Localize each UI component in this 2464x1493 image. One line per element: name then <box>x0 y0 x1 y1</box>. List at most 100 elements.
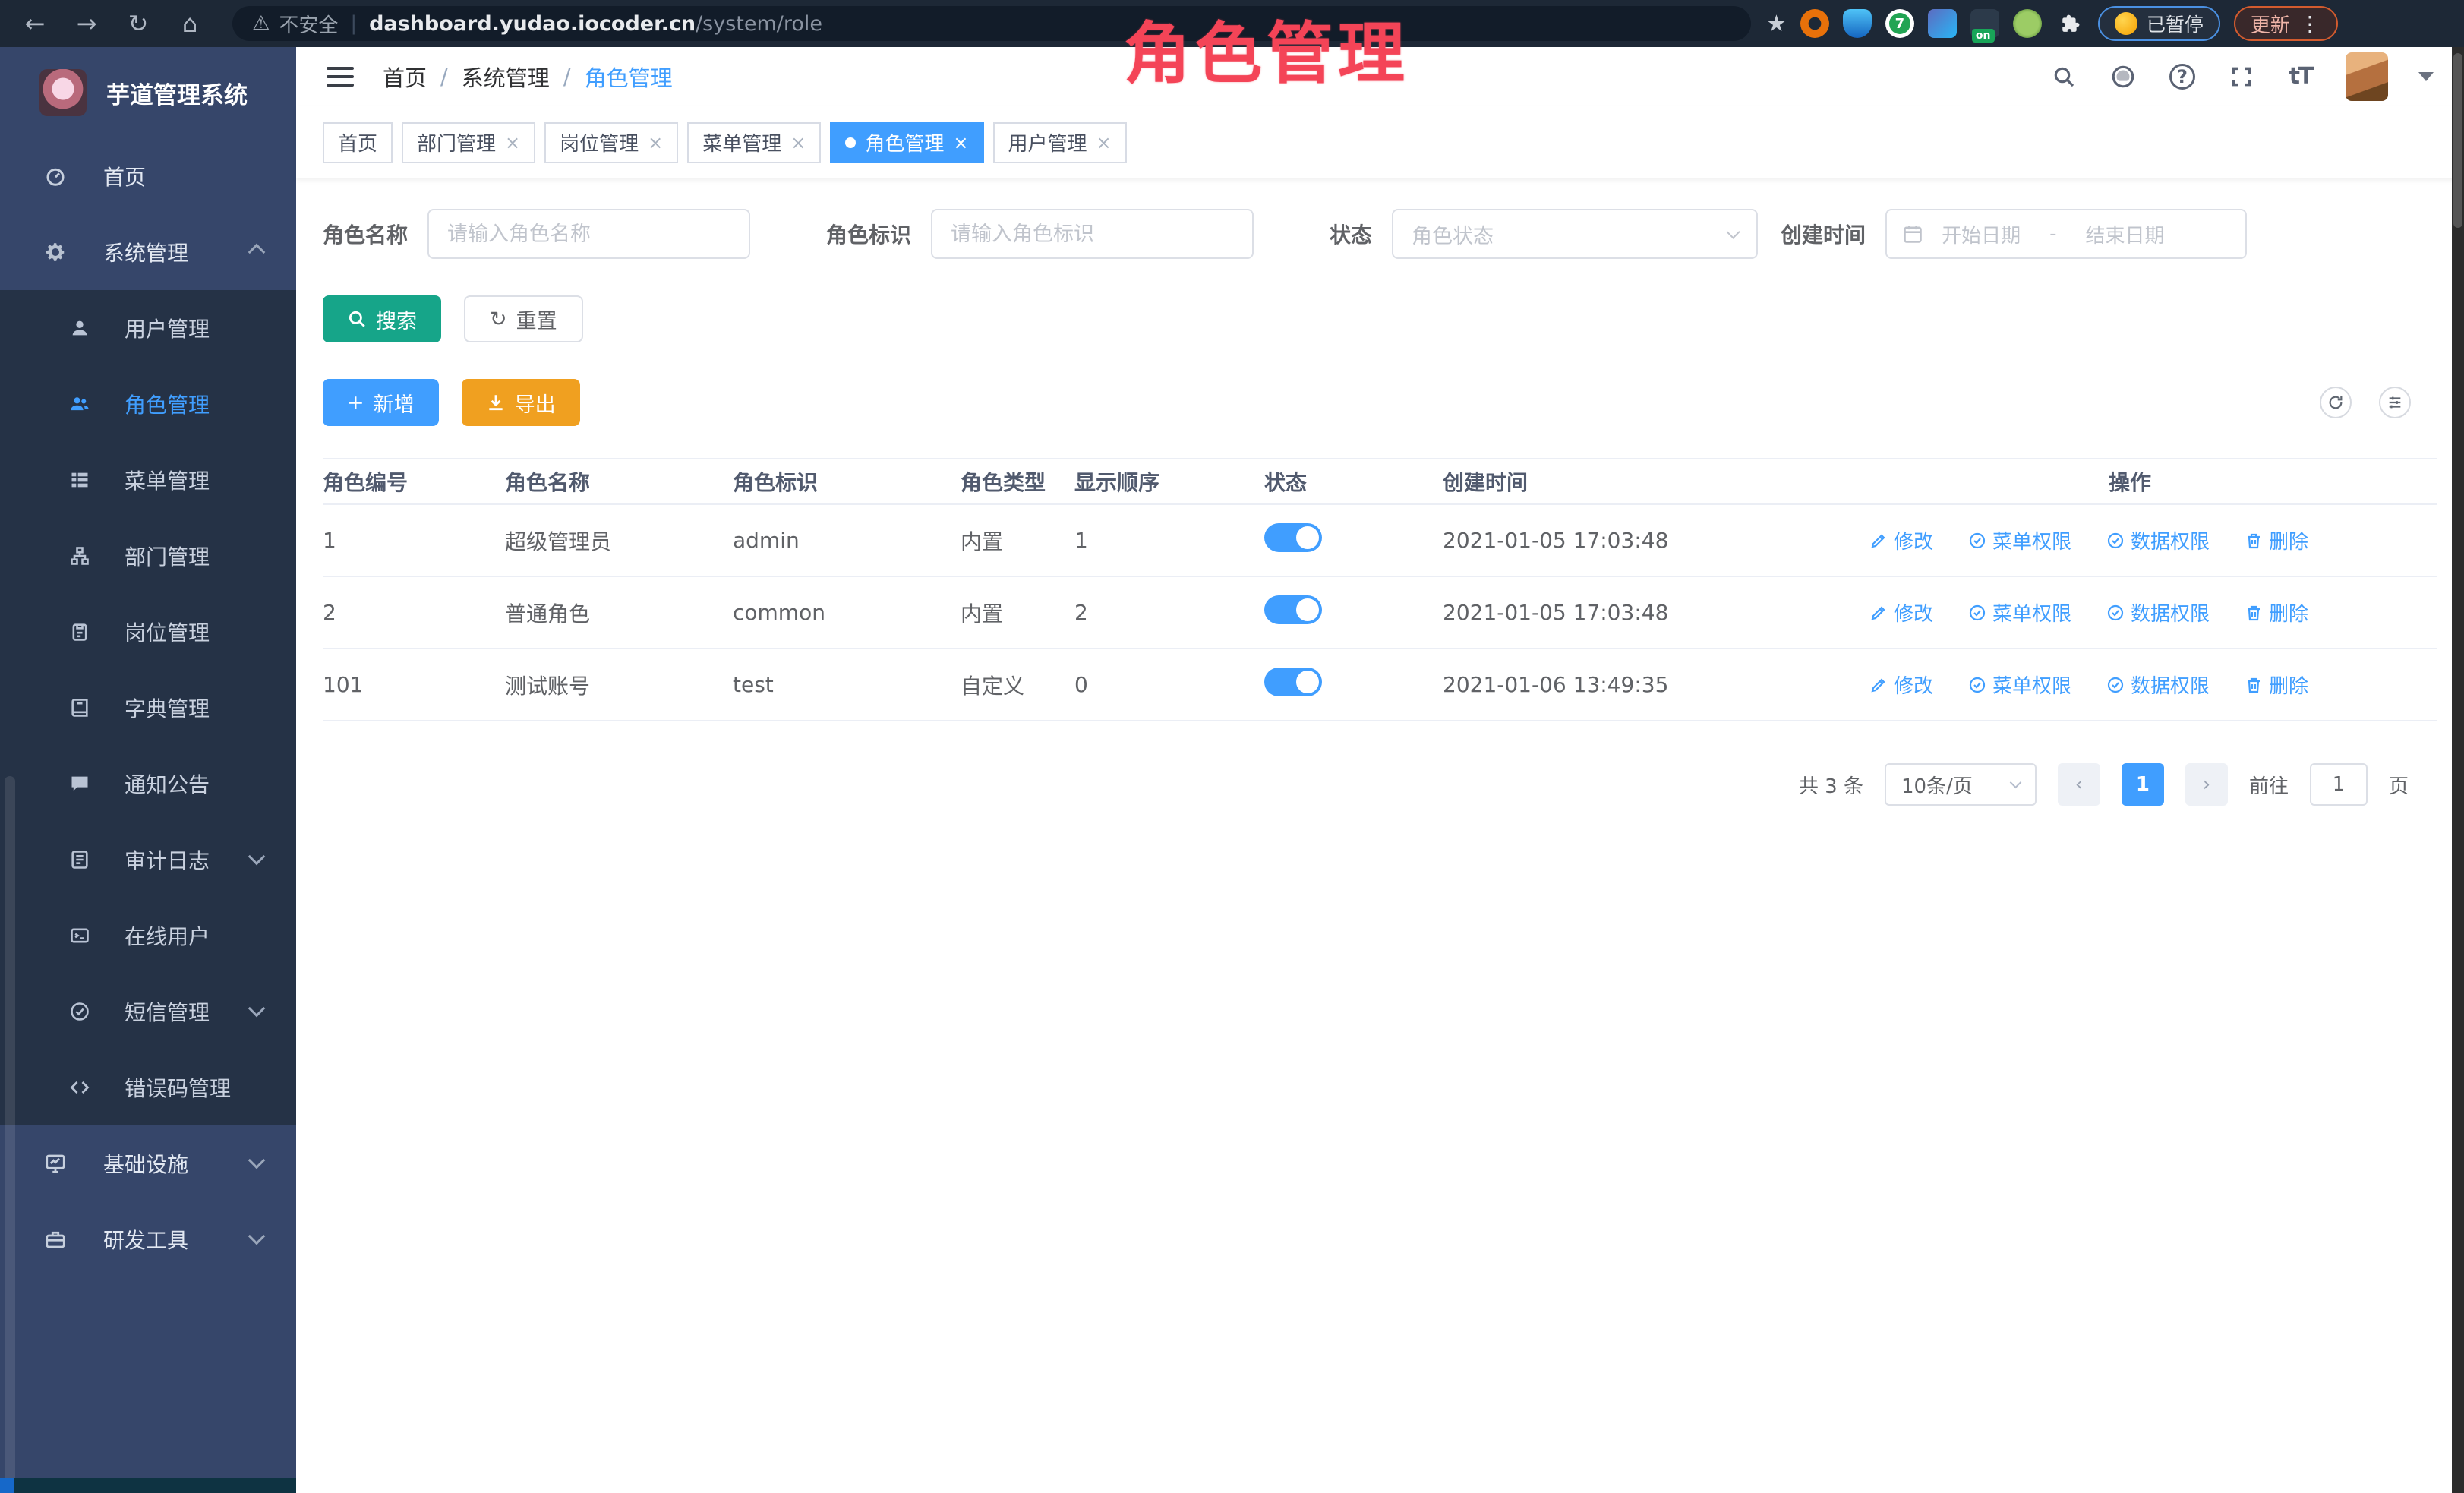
data-permission-link[interactable]: 数据权限 <box>2106 598 2210 627</box>
close-icon[interactable]: × <box>1096 132 1112 153</box>
close-icon[interactable]: × <box>648 132 663 153</box>
export-button[interactable]: 导出 <box>462 379 580 426</box>
browser-home-button[interactable]: ⌂ <box>173 7 207 40</box>
browser-forward-button[interactable]: → <box>70 7 103 40</box>
sidebar-item-notices[interactable]: 通知公告 <box>0 746 296 822</box>
next-page-button[interactable]: › <box>2185 763 2228 806</box>
search-icon[interactable] <box>2049 62 2078 91</box>
status-toggle[interactable] <box>1264 668 1322 696</box>
avatar-dropdown-caret-icon[interactable] <box>2418 72 2434 81</box>
extension-icon-green-circle[interactable]: 7 <box>1885 9 1914 38</box>
extension-icon-gradient[interactable] <box>1928 9 1957 38</box>
cell-role-code: admin <box>733 528 961 553</box>
extension-icon-orange[interactable] <box>1800 9 1829 38</box>
sidebar-logo[interactable]: 芋道管理系统 <box>0 47 296 138</box>
delete-link[interactable]: 删除 <box>2245 671 2308 699</box>
sidebar-scrollbar[interactable] <box>5 776 15 1493</box>
menu-permission-link[interactable]: 菜单权限 <box>1968 598 2071 627</box>
delete-link[interactable]: 删除 <box>2245 598 2308 627</box>
role-name-input[interactable] <box>427 209 750 259</box>
extension-icon-dark[interactable]: on <box>1970 9 1999 38</box>
sidebar-item-menus[interactable]: 菜单管理 <box>0 442 296 518</box>
tab-departments[interactable]: 部门管理 × <box>402 122 535 163</box>
breadcrumb-system[interactable]: 系统管理 <box>462 61 550 93</box>
delete-link[interactable]: 删除 <box>2245 526 2308 554</box>
status-select[interactable]: 角色状态 <box>1392 209 1758 259</box>
cell-role-name: 测试账号 <box>505 670 733 700</box>
page-unit-label: 页 <box>2389 771 2409 799</box>
date-range-picker[interactable]: 开始日期 - 结束日期 <box>1885 209 2247 259</box>
reset-button[interactable]: ↻ 重置 <box>464 295 583 342</box>
sidebar-item-label: 首页 <box>103 161 146 191</box>
goto-page-input[interactable] <box>2310 763 2368 806</box>
page-scrollbar[interactable] <box>2452 47 2464 1493</box>
edit-link[interactable]: 修改 <box>1869 671 1933 699</box>
refresh-icon: ↻ <box>490 308 507 331</box>
address-bar[interactable]: ⚠ 不安全 | dashboard.yudao.iocoder.cn/syste… <box>232 6 1751 41</box>
trash-icon <box>2245 604 2263 622</box>
page-number-1[interactable]: 1 <box>2122 763 2164 806</box>
breadcrumb-home[interactable]: 首页 <box>383 61 427 93</box>
edit-link[interactable]: 修改 <box>1869 526 1933 554</box>
extension-icon-blue-drop[interactable] <box>1843 9 1872 38</box>
sidebar-item-error-codes[interactable]: 错误码管理 <box>0 1050 296 1125</box>
edit-link[interactable]: 修改 <box>1869 598 1933 627</box>
sidebar-item-dicts[interactable]: 字典管理 <box>0 670 296 746</box>
status-toggle[interactable] <box>1264 523 1322 552</box>
close-icon[interactable]: × <box>790 132 806 153</box>
chrome-update-pill[interactable]: 更新 ⋮ <box>2234 6 2338 41</box>
tab-posts[interactable]: 岗位管理 × <box>544 122 678 163</box>
tab-roles[interactable]: 角色管理 × <box>830 122 983 163</box>
data-permission-link[interactable]: 数据权限 <box>2106 526 2210 554</box>
page-size-value: 10条/页 <box>1901 771 1973 799</box>
column-settings-button[interactable] <box>2379 387 2411 418</box>
scrollbar-thumb[interactable] <box>2453 53 2462 228</box>
add-button[interactable]: + 新增 <box>323 379 439 426</box>
browser-back-button[interactable]: ← <box>18 7 52 40</box>
refresh-table-button[interactable] <box>2320 387 2352 418</box>
gear-icon <box>43 241 68 264</box>
sidebar-item-infrastructure[interactable]: 基础设施 <box>0 1125 296 1201</box>
sidebar-item-departments[interactable]: 部门管理 <box>0 518 296 594</box>
extension-icon-green[interactable] <box>2013 9 2042 38</box>
browser-reload-button[interactable]: ↻ <box>121 7 155 40</box>
close-icon[interactable]: × <box>505 132 520 153</box>
tab-menus[interactable]: 菜单管理 × <box>687 122 821 163</box>
table-row: 101 测试账号 test 自定义 0 2021-01-06 13:49:35 … <box>323 649 2437 721</box>
role-code-input[interactable] <box>931 209 1254 259</box>
sidebar-item-system[interactable]: 系统管理 <box>0 214 296 290</box>
breadcrumb: 首页 / 系统管理 / 角色管理 <box>383 61 673 93</box>
prev-page-button[interactable]: ‹ <box>2058 763 2100 806</box>
sidebar-item-devtools[interactable]: 研发工具 <box>0 1201 296 1277</box>
refresh-icon <box>2327 394 2344 411</box>
sidebar-item-sms[interactable]: 短信管理 <box>0 974 296 1050</box>
font-size-icon[interactable]: tT <box>2286 62 2315 91</box>
tab-users[interactable]: 用户管理 × <box>993 122 1127 163</box>
help-icon[interactable]: ? <box>2168 62 2197 91</box>
extensions-puzzle-icon[interactable] <box>2055 9 2084 38</box>
profile-paused-pill[interactable]: 已暂停 <box>2098 6 2220 41</box>
sidebar-item-users[interactable]: 用户管理 <box>0 290 296 366</box>
fullscreen-icon[interactable] <box>2227 62 2256 91</box>
cell-role-name: 普通角色 <box>505 598 733 628</box>
search-button[interactable]: 搜索 <box>323 295 441 342</box>
status-toggle[interactable] <box>1264 595 1322 624</box>
bookmark-star-icon[interactable]: ★ <box>1766 11 1787 37</box>
sidebar-fold-icon[interactable] <box>327 62 354 92</box>
user-avatar[interactable] <box>2346 52 2388 101</box>
sidebar-item-roles[interactable]: 角色管理 <box>0 366 296 442</box>
kebab-menu-icon[interactable]: ⋮ <box>2299 11 2321 36</box>
user-icon <box>67 317 93 339</box>
menu-permission-link[interactable]: 菜单权限 <box>1968 671 2071 699</box>
menu-permission-link[interactable]: 菜单权限 <box>1968 526 2071 554</box>
data-permission-link[interactable]: 数据权限 <box>2106 671 2210 699</box>
tab-home[interactable]: 首页 <box>323 122 393 163</box>
sidebar-item-audit-logs[interactable]: 审计日志 <box>0 822 296 898</box>
page-size-select[interactable]: 10条/页 <box>1885 763 2037 806</box>
github-icon[interactable] <box>2109 62 2137 91</box>
download-icon <box>486 393 506 412</box>
close-icon[interactable]: × <box>953 132 968 153</box>
sidebar-item-posts[interactable]: 岗位管理 <box>0 594 296 670</box>
sidebar-item-online-users[interactable]: 在线用户 <box>0 898 296 974</box>
sidebar-item-home[interactable]: 首页 <box>0 138 296 214</box>
